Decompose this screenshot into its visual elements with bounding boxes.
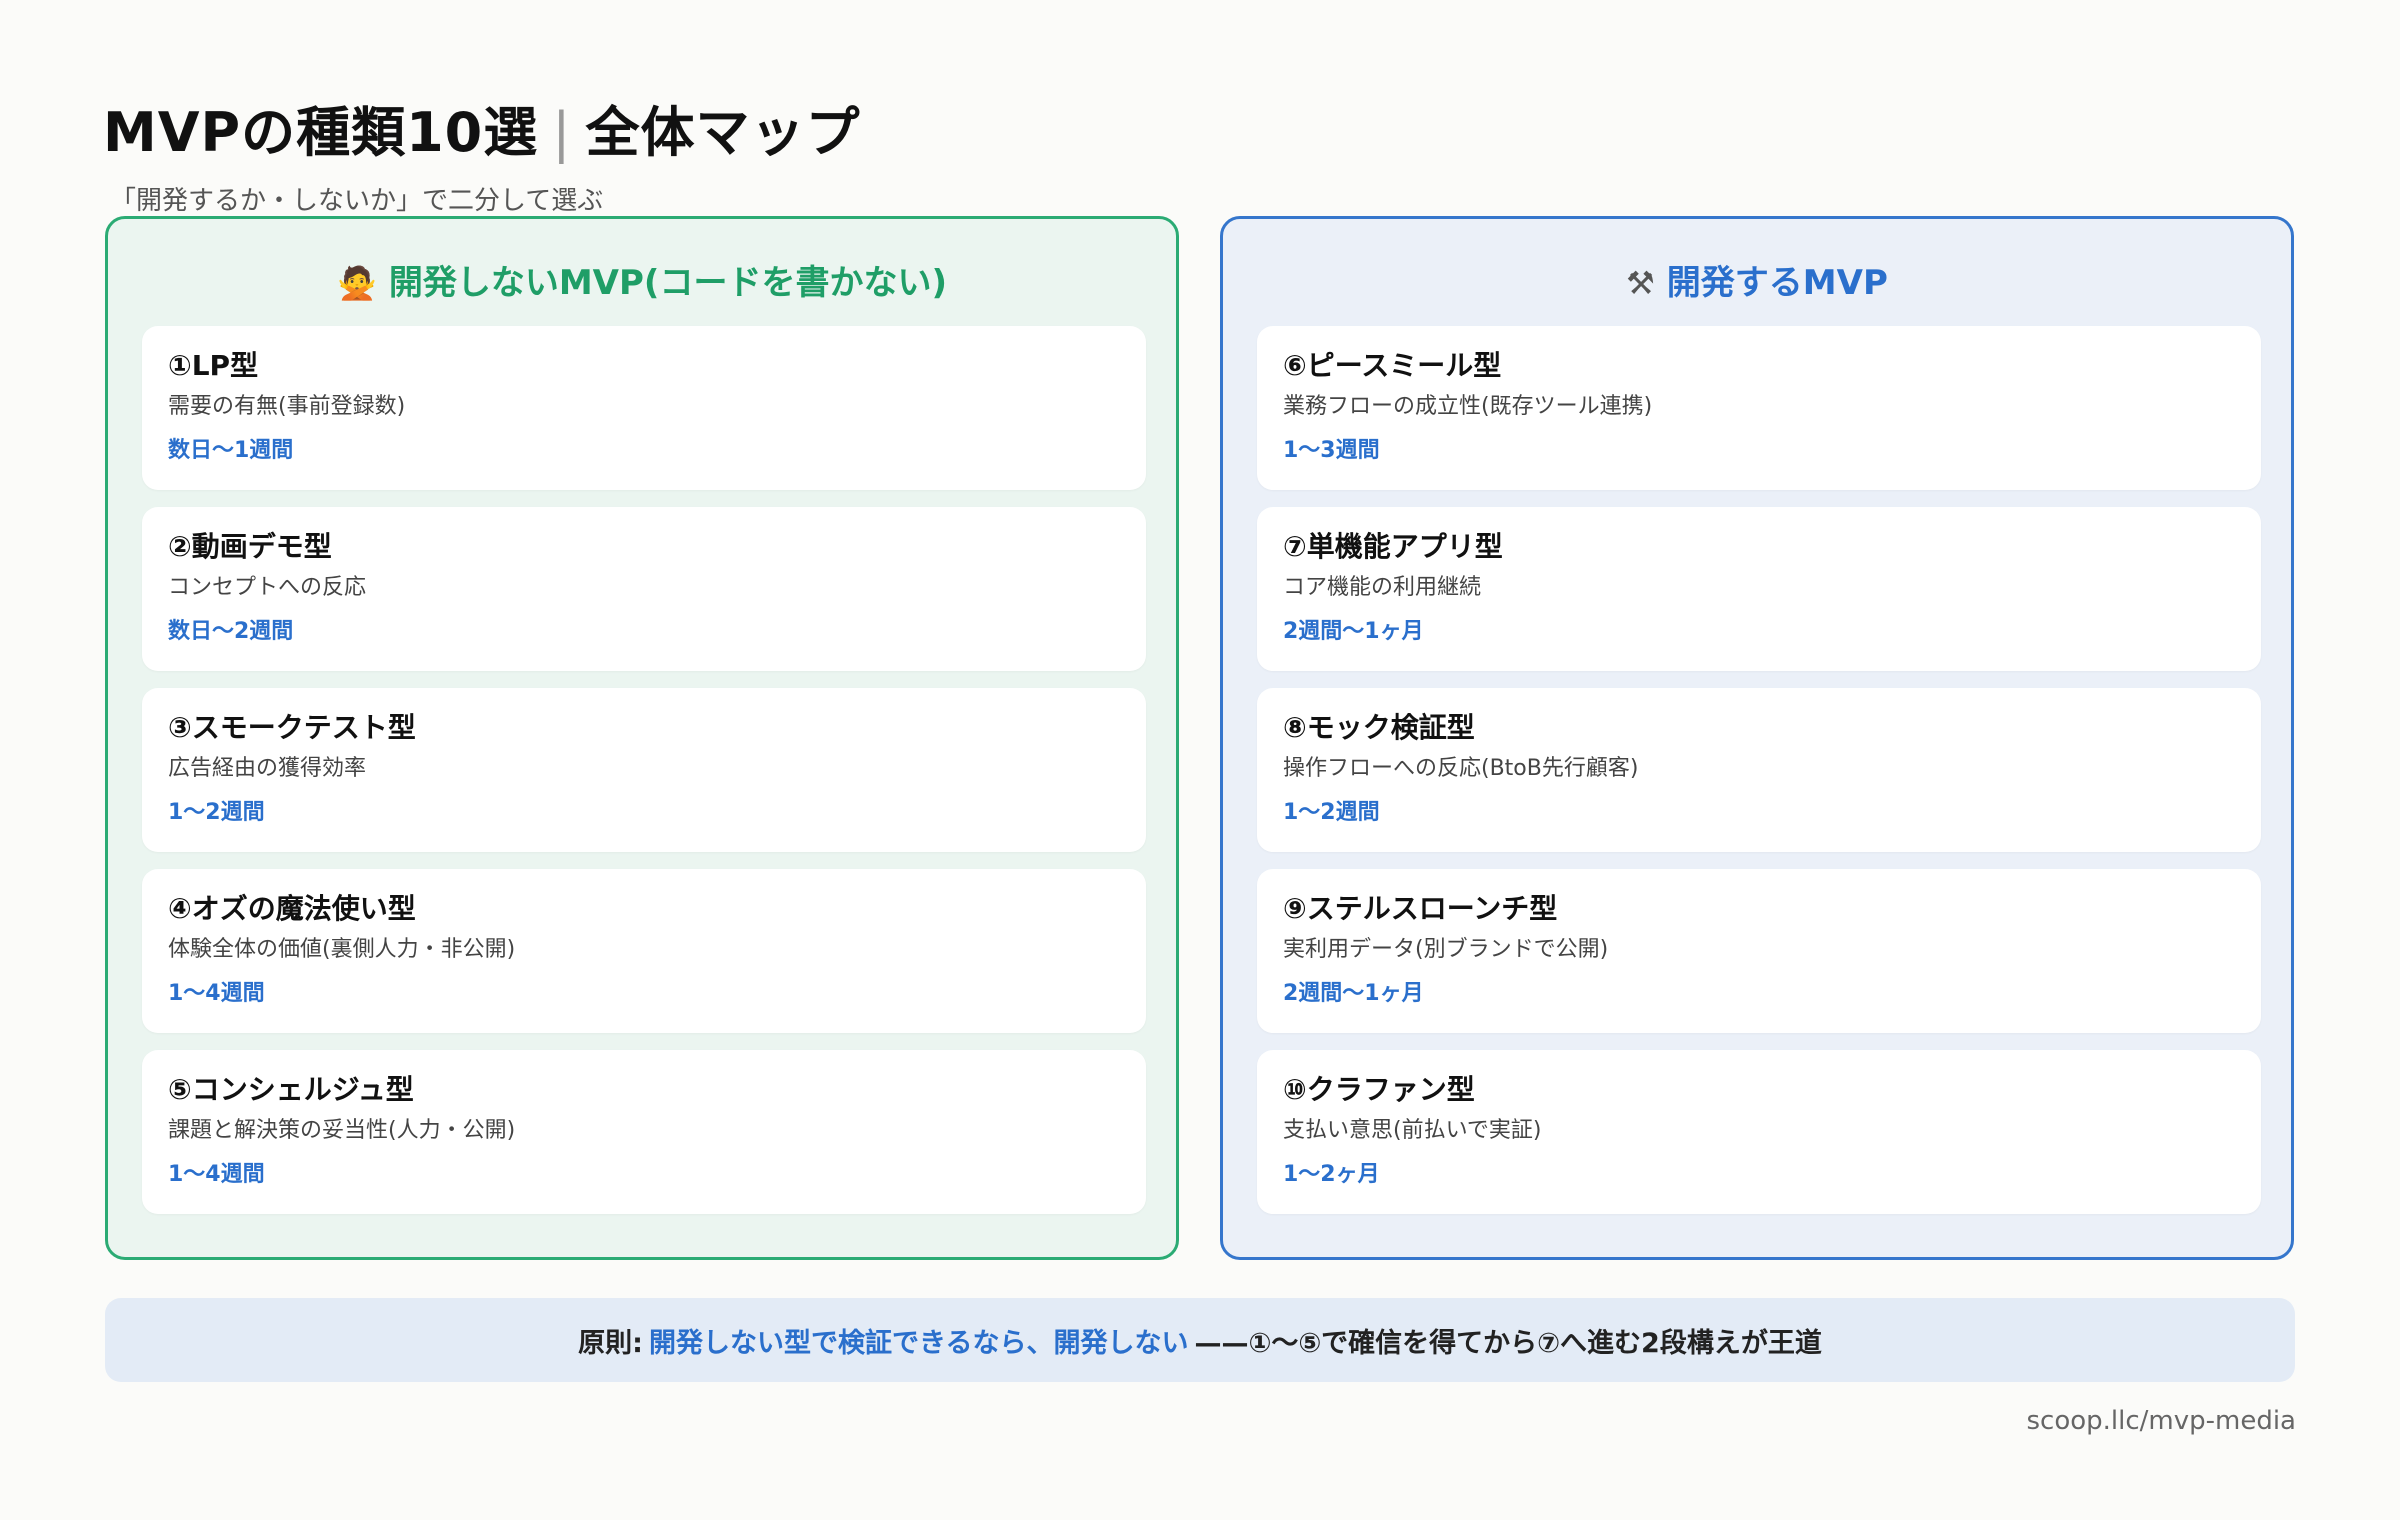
mvp-card-period: 1〜4週間 bbox=[168, 981, 265, 1006]
code-mvp-panel: ⚒ 開発するMVP ⑥ピースミール型 業務フローの成立性(既存ツール連携) 1〜3… bbox=[1220, 216, 2294, 1260]
mvp-card: ②動画デモ型 コンセプトへの反応 数日〜2週間 bbox=[142, 507, 1146, 671]
principle-label: 原則: bbox=[578, 1327, 643, 1359]
code-mvp-heading: ⚒ 開発するMVP bbox=[1223, 255, 2291, 304]
mvp-card-title: ⑥ピースミール型 bbox=[1283, 349, 1502, 382]
code-mvp-heading-label: 開発するMVP bbox=[1666, 263, 1888, 303]
mvp-card: ④オズの魔法使い型 体験全体の価値(裏側人力・非公開) 1〜4週間 bbox=[142, 869, 1146, 1033]
mvp-card: ⑩クラファン型 支払い意思(前払いで実証) 1〜2ヶ月 bbox=[1257, 1050, 2261, 1214]
mvp-card-period: 数日〜2週間 bbox=[168, 619, 294, 644]
mvp-card-description: 体験全体の価値(裏側人力・非公開) bbox=[168, 937, 516, 962]
mvp-card-title: ⑦単機能アプリ型 bbox=[1283, 530, 1503, 563]
mvp-card-description: 業務フローの成立性(既存ツール連携) bbox=[1283, 394, 1653, 419]
no-code-mvp-heading-label: 開発しないMVP(コードを書かない) bbox=[388, 263, 947, 303]
mvp-card: ⑨ステルスローンチ型 実利用データ(別ブランドで公開) 2週間〜1ヶ月 bbox=[1257, 869, 2261, 1033]
no-code-mvp-heading: 🙅 開発しないMVP(コードを書かない) bbox=[108, 255, 1176, 304]
mvp-card-description: 課題と解決策の妥当性(人力・公開) bbox=[168, 1118, 516, 1143]
mvp-card-description: 操作フローへの反応(BtoB先行顧客) bbox=[1283, 756, 1639, 781]
mvp-card-description: 実利用データ(別ブランドで公開) bbox=[1283, 937, 1609, 962]
no-code-mvp-panel: 🙅 開発しないMVP(コードを書かない) ①LP型 需要の有無(事前登録数) 数日… bbox=[105, 216, 1179, 1260]
title-main: MVPの種類10選 bbox=[103, 101, 539, 164]
mvp-card: ⑧モック検証型 操作フローへの反応(BtoB先行顧客) 1〜2週間 bbox=[1257, 688, 2261, 852]
mvp-card-period: 1〜2ヶ月 bbox=[1283, 1162, 1380, 1187]
mvp-card: ⑤コンシェルジュ型 課題と解決策の妥当性(人力・公開) 1〜4週間 bbox=[142, 1050, 1146, 1214]
mvp-card-description: 支払い意思(前払いで実証) bbox=[1283, 1118, 1542, 1143]
mvp-card-description: 需要の有無(事前登録数) bbox=[168, 394, 406, 419]
mvp-card-period: 1〜2週間 bbox=[168, 800, 265, 825]
title-sub: 全体マップ bbox=[585, 101, 861, 164]
mvp-card: ⑦単機能アプリ型 コア機能の利用継続 2週間〜1ヶ月 bbox=[1257, 507, 2261, 671]
mvp-card-title: ④オズの魔法使い型 bbox=[168, 892, 416, 925]
mvp-card-title: ②動画デモ型 bbox=[168, 530, 332, 563]
mvp-card-title: ③スモークテスト型 bbox=[168, 711, 416, 744]
mvp-card-title: ⑩クラファン型 bbox=[1283, 1073, 1475, 1106]
person-gesturing-no-icon: 🙅 bbox=[337, 264, 377, 302]
mvp-card-title: ⑧モック検証型 bbox=[1283, 711, 1475, 744]
principle-rest: ——①〜⑤で確信を得てから⑦へ進む2段構えが王道 bbox=[1194, 1327, 1822, 1359]
hammer-wrench-icon: ⚒ bbox=[1626, 264, 1655, 302]
mvp-card-description: コア機能の利用継続 bbox=[1283, 575, 1482, 600]
page-subtitle: 「開発するか・しないか」で二分して選ぶ bbox=[110, 186, 604, 216]
mvp-card: ①LP型 需要の有無(事前登録数) 数日〜1週間 bbox=[142, 326, 1146, 490]
principle-banner: 原則: 開発しない型で検証できるなら、開発しない ——①〜⑤で確信を得てから⑦へ進む… bbox=[105, 1298, 2295, 1382]
mvp-card: ③スモークテスト型 広告経由の獲得効率 1〜2週間 bbox=[142, 688, 1146, 852]
mvp-card-period: 1〜4週間 bbox=[168, 1162, 265, 1187]
mvp-card-description: 広告経由の獲得効率 bbox=[168, 756, 367, 781]
mvp-card-title: ①LP型 bbox=[168, 349, 259, 382]
mvp-card-period: 2週間〜1ヶ月 bbox=[1283, 619, 1424, 644]
mvp-card-title: ⑤コンシェルジュ型 bbox=[168, 1073, 414, 1106]
page-title: MVPの種類10選 | 全体マップ bbox=[103, 88, 860, 167]
mvp-card: ⑥ピースミール型 業務フローの成立性(既存ツール連携) 1〜3週間 bbox=[1257, 326, 2261, 490]
mvp-card-period: 数日〜1週間 bbox=[168, 438, 294, 463]
mvp-card-period: 1〜3週間 bbox=[1283, 438, 1380, 463]
principle-highlight: 開発しない型で検証できるなら、開発しない bbox=[648, 1327, 1189, 1359]
mvp-card-description: コンセプトへの反応 bbox=[168, 575, 367, 600]
mvp-card-period: 1〜2週間 bbox=[1283, 800, 1380, 825]
mvp-card-title: ⑨ステルスローンチ型 bbox=[1283, 892, 1558, 925]
title-separator: | bbox=[552, 101, 572, 164]
mvp-card-period: 2週間〜1ヶ月 bbox=[1283, 981, 1424, 1006]
source-credit: scoop.llc/mvp-media bbox=[2026, 1406, 2296, 1436]
